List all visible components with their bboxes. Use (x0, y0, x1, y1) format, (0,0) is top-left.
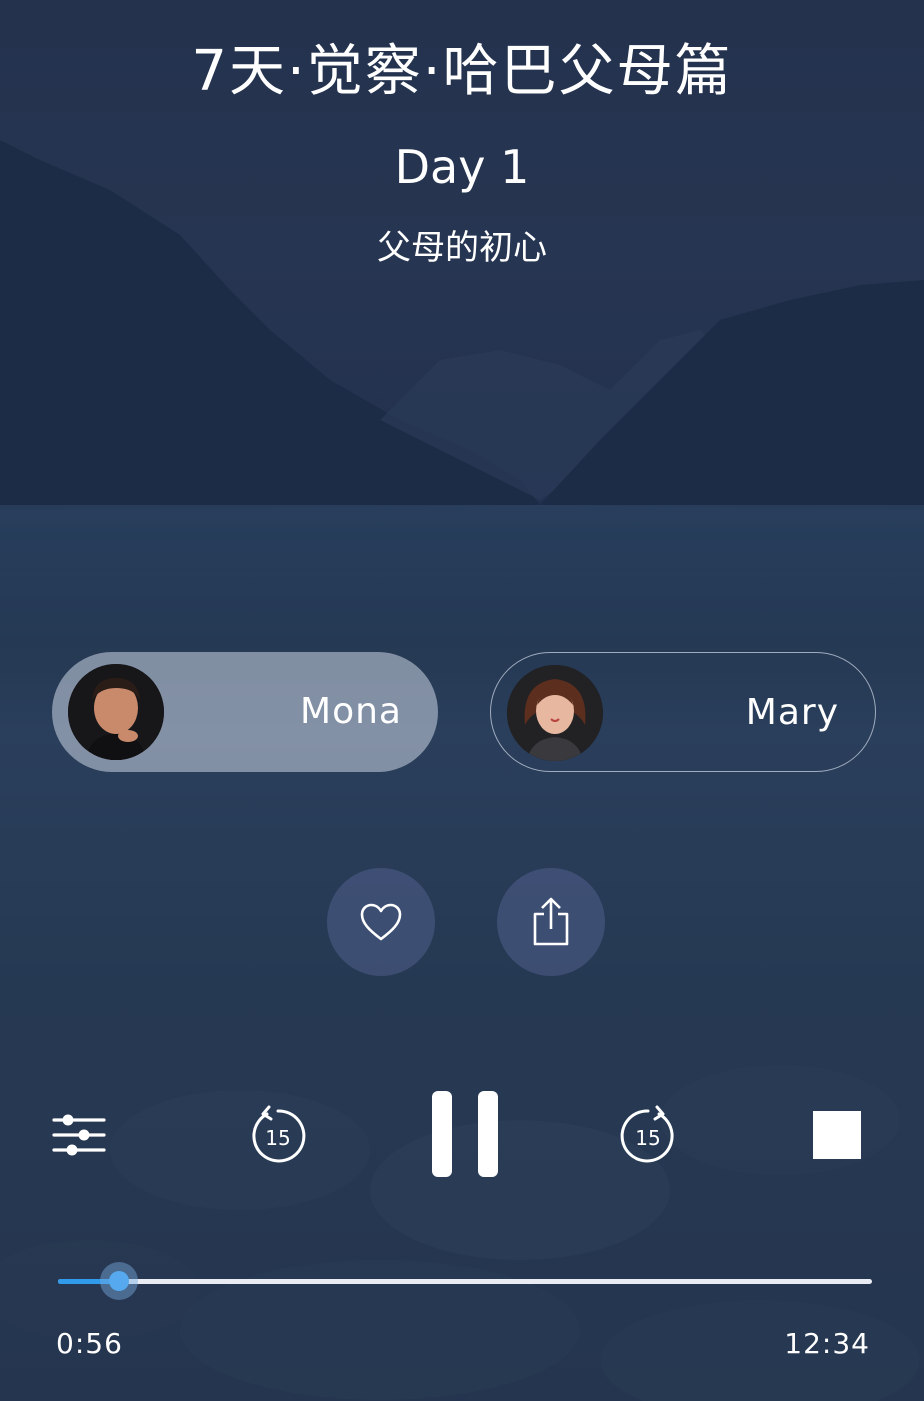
rewind-seconds: 15 (265, 1126, 290, 1150)
progress-thumb[interactable] (100, 1262, 139, 1300)
heart-icon (360, 903, 402, 941)
total-time: 12:34 (784, 1327, 870, 1360)
forward-icon: 15 (620, 1105, 674, 1163)
elapsed-time: 0:56 (56, 1327, 123, 1360)
rewind-icon: 15 (252, 1105, 306, 1163)
settings-button[interactable] (48, 1108, 110, 1162)
avatar-portrait-icon (507, 665, 603, 761)
speaker-name: Mona (300, 691, 402, 732)
stop-button[interactable] (810, 1108, 864, 1162)
avatar (68, 664, 164, 760)
sliders-icon (52, 1114, 106, 1156)
forward-seconds: 15 (635, 1126, 660, 1150)
share-button[interactable] (497, 868, 605, 976)
speaker-option-mona[interactable]: Mona (52, 652, 438, 772)
forward-15-button[interactable]: 15 (616, 1104, 680, 1168)
episode-subtitle: 父母的初心 (377, 228, 547, 268)
pause-icon (432, 1091, 498, 1177)
program-title: 7天·觉察·哈巴父母篇 (191, 39, 733, 104)
speaker-name: Mary (745, 692, 839, 733)
audio-player-screen: 7天·觉察·哈巴父母篇 Day 1 父母的初心 Mona Mary 15 15 … (0, 0, 924, 1401)
stop-icon (813, 1111, 861, 1159)
speaker-option-mary[interactable]: Mary (490, 652, 876, 772)
rewind-15-button[interactable]: 15 (246, 1104, 310, 1168)
share-icon (533, 897, 569, 946)
progress-thumb-dot (109, 1271, 130, 1291)
avatar (507, 665, 603, 761)
day-label: Day 1 (394, 140, 530, 194)
pause-button[interactable] (424, 1088, 506, 1180)
like-button[interactable] (327, 868, 435, 976)
avatar-portrait-icon (68, 664, 164, 760)
progress-bar[interactable] (58, 1262, 872, 1300)
